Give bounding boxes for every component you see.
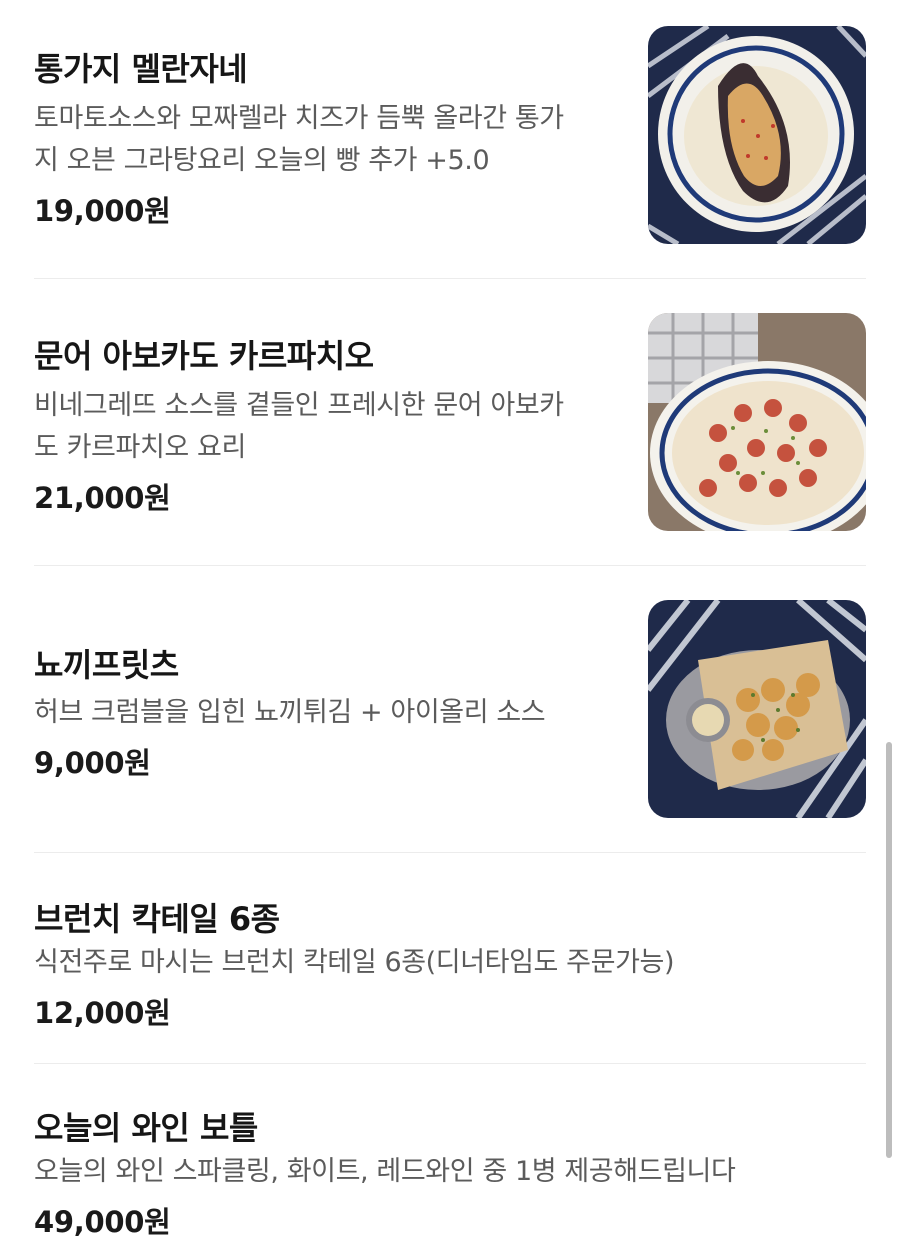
menu-item[interactable]: 문어 아보카도 카르파치오 비네그레뜨 소스를 곁들인 프레시한 문어 아보카 … xyxy=(34,313,866,531)
octopus-carpaccio-photo xyxy=(648,313,866,531)
divider xyxy=(34,278,866,279)
scrollbar-thumb[interactable] xyxy=(886,742,892,1158)
menu-item[interactable]: 브런치 칵테일 6종 식전주로 마시는 브런치 칵테일 6종(디너타임도 주문가… xyxy=(34,886,866,1036)
menu-item-price: 12,000원 xyxy=(34,996,171,1030)
description-line: 허브 크럼블을 입힌 뇨끼튀김 + 아이올리 소스 xyxy=(34,697,546,728)
menu-list: 통가지 멜란자네 토마토소스와 모짜렐라 치즈가 듬뿍 올라간 통가 지 오븐 … xyxy=(0,0,900,1252)
menu-item-description: 식전주로 마시는 브런치 칵테일 6종(디너타임도 주문가능) xyxy=(34,942,674,984)
menu-item-price: 9,000원 xyxy=(34,746,151,780)
menu-item-name: 문어 아보카도 카르파치오 xyxy=(34,337,374,375)
menu-item-name: 뇨끼프릿츠 xyxy=(34,646,179,684)
description-line: 도 카르파치오 요리 xyxy=(34,432,246,463)
menu-item-description: 토마토소스와 모짜렐라 치즈가 듬뿍 올라간 통가 지 오븐 그라탕요리 오늘의… xyxy=(34,98,564,182)
eggplant-gratin-photo xyxy=(648,26,866,244)
description-line: 토마토소스와 모짜렐라 치즈가 듬뿍 올라간 통가 xyxy=(34,103,564,134)
divider xyxy=(34,1063,866,1064)
divider xyxy=(34,852,866,853)
menu-item-description: 비네그레뜨 소스를 곁들인 프레시한 문어 아보카 도 카르파치오 요리 xyxy=(34,385,564,469)
description-line: 지 오븐 그라탕요리 오늘의 빵 추가 +5.0 xyxy=(34,145,490,176)
menu-item-name: 통가지 멜란자네 xyxy=(34,50,248,88)
menu-item[interactable]: 뇨끼프릿츠 허브 크럼블을 입힌 뇨끼튀김 + 아이올리 소스 9,000원 xyxy=(34,600,866,818)
menu-item[interactable]: 오늘의 와인 보틀 오늘의 와인 스파클링, 화이트, 레드와인 중 1병 제공… xyxy=(34,1097,866,1247)
description-line: 식전주로 마시는 브런치 칵테일 6종(디너타임도 주문가능) xyxy=(34,947,675,978)
menu-item-description: 오늘의 와인 스파클링, 화이트, 레드와인 중 1병 제공해드립니다 xyxy=(34,1151,736,1193)
divider xyxy=(34,565,866,566)
menu-item-description: 허브 크럼블을 입힌 뇨끼튀김 + 아이올리 소스 xyxy=(34,692,546,734)
menu-item-name: 브런치 칵테일 6종 xyxy=(34,900,280,938)
description-line: 비네그레뜨 소스를 곁들인 프레시한 문어 아보카 xyxy=(34,390,564,421)
menu-item-price: 49,000원 xyxy=(34,1205,171,1239)
menu-item-price: 21,000원 xyxy=(34,481,171,515)
gnocchi-fritto-photo xyxy=(648,600,866,818)
description-line: 오늘의 와인 스파클링, 화이트, 레드와인 중 1병 제공해드립니다 xyxy=(34,1156,736,1187)
menu-item[interactable]: 통가지 멜란자네 토마토소스와 모짜렐라 치즈가 듬뿍 올라간 통가 지 오븐 … xyxy=(34,26,866,244)
menu-item-name: 오늘의 와인 보틀 xyxy=(34,1109,258,1147)
menu-item-price: 19,000원 xyxy=(34,194,171,228)
